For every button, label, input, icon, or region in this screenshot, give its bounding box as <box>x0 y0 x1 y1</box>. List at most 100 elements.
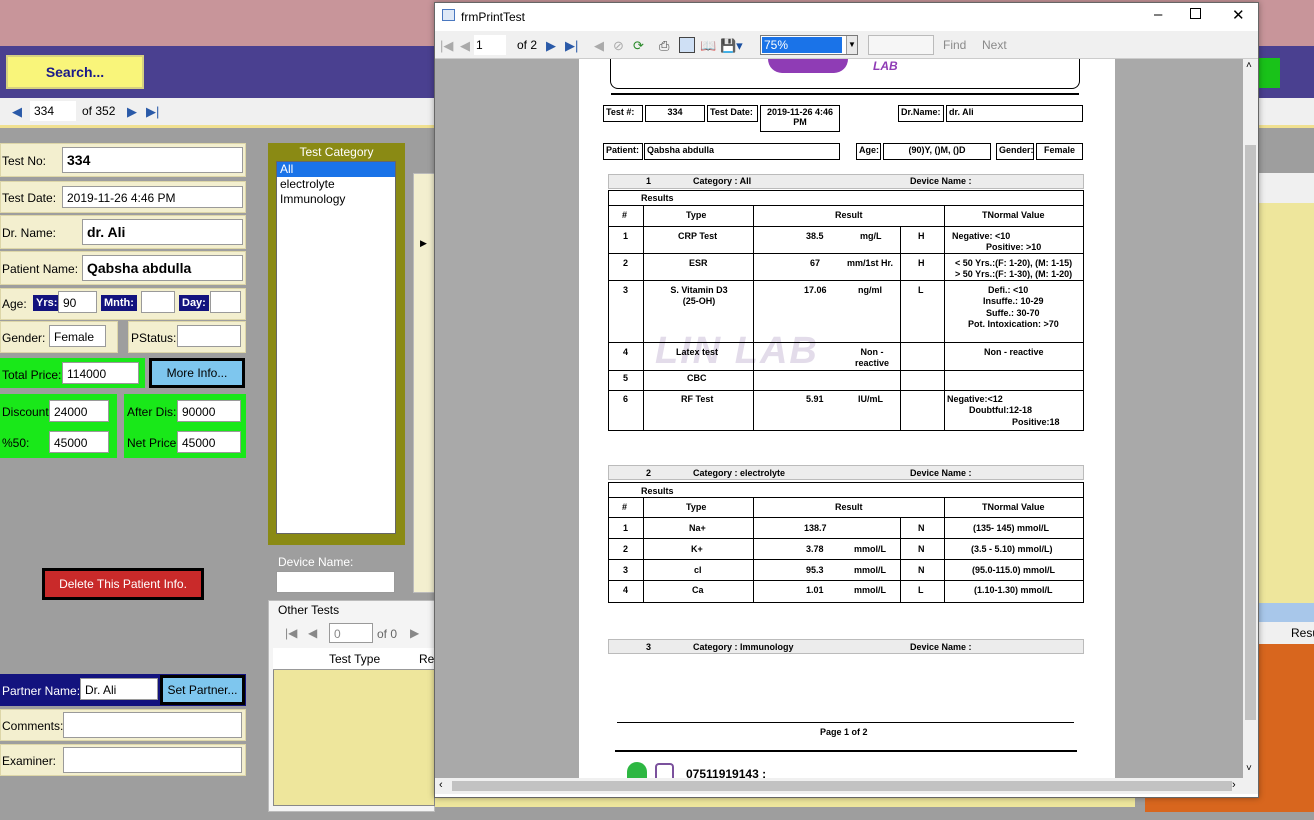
prev-page-icon[interactable]: ◀ <box>460 38 470 54</box>
prev-page-icon[interactable]: ◀ <box>308 626 317 640</box>
day-field[interactable] <box>210 291 241 313</box>
category-item-all[interactable]: All <box>277 162 395 177</box>
next-page-icon[interactable]: ▶ <box>410 626 419 640</box>
patient-name-field[interactable]: Qabsha abdulla <box>82 255 243 281</box>
page-input[interactable]: 1 <box>474 35 506 55</box>
test-no-label: Test No: <box>2 154 47 168</box>
category-item-immunology[interactable]: Immunology <box>277 192 395 207</box>
pstatus-field[interactable] <box>177 325 241 347</box>
row-normal: Positive:18 <box>1012 417 1060 427</box>
row-type: Na+ <box>689 523 706 533</box>
report-patient: Qabsha abdulla <box>644 143 840 160</box>
maximize-icon[interactable] <box>1190 8 1201 19</box>
rule <box>608 517 1084 518</box>
rule <box>1083 482 1084 603</box>
other-tests-header: Test Type Re <box>273 648 435 670</box>
gender-field[interactable]: Female <box>49 325 106 347</box>
row-unit: mmol/L <box>854 585 887 595</box>
row-unit: IU/mL <box>858 394 884 404</box>
row-type: Ca <box>692 585 704 595</box>
row-normal: (3.5 - 5.10) mmol/L) <box>971 544 1053 554</box>
examiner-field[interactable] <box>63 747 242 773</box>
report-dr-name: dr. Ali <box>946 105 1083 122</box>
right-results-header: Resu <box>1258 622 1314 644</box>
comments-field[interactable] <box>63 712 242 738</box>
row-unit: ng/ml <box>858 285 882 295</box>
rule <box>608 226 1084 227</box>
col-type-2: Type <box>686 502 707 512</box>
vertical-scroll-thumb[interactable] <box>1245 145 1256 720</box>
stop-icon[interactable]: ⊘ <box>613 38 624 54</box>
pct50-field[interactable]: 45000 <box>49 431 109 453</box>
record-position-input[interactable]: 334 <box>30 101 76 121</box>
col-result-2: Result <box>835 502 863 512</box>
dr-name-label: Dr. Name: <box>2 226 57 240</box>
more-info-button[interactable]: More Info... <box>149 358 245 388</box>
yrs-field[interactable]: 90 <box>58 291 97 313</box>
scroll-left-icon[interactable]: ‹ <box>439 779 443 791</box>
export-icon[interactable]: 💾▾ <box>720 38 743 54</box>
device-name-label: Device Name: <box>278 555 354 569</box>
search-button[interactable]: Search... <box>6 55 144 89</box>
net-price-field[interactable]: 45000 <box>177 431 241 453</box>
row-unit: mg/L <box>860 231 882 241</box>
device-name-field[interactable] <box>276 571 395 593</box>
next-record-icon[interactable]: ▶ <box>127 104 137 120</box>
next-page-icon[interactable]: ▶ <box>546 38 556 54</box>
report-patient-label: Patient: <box>603 143 643 160</box>
scroll-down-icon[interactable]: ˅ <box>1246 763 1252 774</box>
other-page-input[interactable]: 0 <box>329 623 373 643</box>
scroll-right-icon[interactable]: › <box>1232 779 1236 791</box>
mnth-field[interactable] <box>141 291 175 313</box>
test-no-field[interactable]: 334 <box>62 147 243 173</box>
row-unit: mmol/L <box>854 544 887 554</box>
set-partner-button[interactable]: Set Partner... <box>160 675 245 705</box>
scroll-up-icon[interactable]: ˄ <box>1246 60 1252 71</box>
category-name-3: Category : Immunology <box>693 642 794 652</box>
total-price-field[interactable]: 114000 <box>62 362 139 384</box>
report-dr-label: Dr.Name: <box>898 105 944 122</box>
partner-name-field[interactable]: Dr. Ali <box>80 678 158 700</box>
col-test-type: Test Type <box>329 652 381 666</box>
back-icon[interactable]: ◀ <box>594 38 604 54</box>
last-page-icon[interactable]: ▶| <box>565 38 578 54</box>
print-icon[interactable]: ⎙ <box>659 38 669 54</box>
discount-label: Discount: <box>2 405 53 419</box>
test-date-field[interactable]: 2019-11-26 4:46 PM <box>62 186 243 208</box>
status-indicator <box>1258 58 1280 88</box>
test-category-list[interactable]: All electrolyte Immunology <box>276 161 396 534</box>
find-input[interactable] <box>868 35 934 55</box>
row-value: 38.5 <box>806 231 824 241</box>
horizontal-scroll-thumb[interactable] <box>452 781 1232 791</box>
row-normal: Doubtful:12-18 <box>969 405 1032 415</box>
rule <box>608 190 1084 191</box>
delete-patient-button[interactable]: Delete This Patient Info. <box>42 568 204 600</box>
category-num-3: 3 <box>646 642 652 652</box>
zoom-dropdown-icon[interactable]: ▼ <box>846 36 857 54</box>
print-layout-icon[interactable] <box>679 37 695 53</box>
next-button[interactable]: Next <box>982 38 1007 52</box>
prev-record-icon[interactable]: ◀ <box>12 104 22 120</box>
rule <box>900 517 901 603</box>
after-dis-field[interactable]: 90000 <box>177 400 241 422</box>
category-item-electrolyte[interactable]: electrolyte <box>277 177 395 192</box>
col-type-1: Type <box>686 210 707 220</box>
find-button[interactable]: Find <box>943 38 966 52</box>
minimize-icon[interactable]: – <box>1154 6 1162 23</box>
dr-name-field[interactable]: dr. Ali <box>82 219 243 245</box>
rule <box>608 482 609 603</box>
rule <box>900 226 901 430</box>
other-tests-grid[interactable] <box>273 648 435 806</box>
first-page-icon[interactable]: |◀ <box>285 626 297 640</box>
discount-field[interactable]: 24000 <box>49 400 109 422</box>
row-value: 1.01 <box>806 585 824 595</box>
page-setup-icon[interactable]: 📖 <box>700 38 716 54</box>
last-record-icon[interactable]: ▶| <box>146 104 159 120</box>
refresh-icon[interactable]: ⟳ <box>633 38 644 54</box>
first-page-icon[interactable]: |◀ <box>440 38 453 54</box>
whatsapp-icon <box>627 762 647 778</box>
zoom-value: 75% <box>762 37 842 53</box>
close-icon[interactable]: ✕ <box>1232 6 1245 24</box>
report-test-date: 2019-11-26 4:46 PM <box>760 105 840 132</box>
rule <box>608 190 609 430</box>
